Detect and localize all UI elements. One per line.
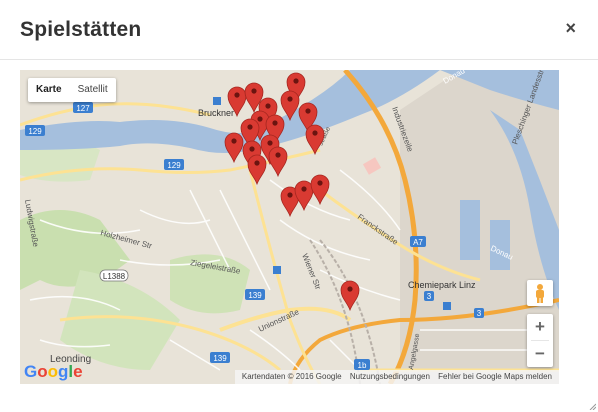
zoom-in-button[interactable]: + — [527, 314, 553, 340]
route-l1388: L1388 — [103, 272, 126, 281]
harbour-basin — [460, 200, 480, 260]
label-bruckner: Bruckner — [198, 108, 234, 118]
route-139-b: 139 — [213, 354, 227, 363]
pegman-icon[interactable] — [527, 280, 553, 306]
route-a7: A7 — [413, 238, 423, 247]
route-127: 127 — [76, 104, 90, 113]
zoom-control: + − — [527, 314, 553, 367]
label-chemiepark: Chemiepark Linz — [408, 280, 476, 290]
transit-icon — [443, 302, 451, 310]
map-type-control: Karte Satellit — [28, 78, 116, 102]
route-129-b: 129 — [167, 161, 181, 170]
map-attribution: Kartendaten © 2016 Google Nutzungsbeding… — [234, 370, 559, 384]
zoom-out-button[interactable]: − — [527, 341, 553, 367]
map-type-karte[interactable]: Karte — [28, 78, 70, 102]
exit-3: 3 — [427, 292, 432, 301]
modal-title: Spielstätten — [20, 18, 142, 41]
transit-icon — [273, 266, 281, 274]
modal-header: Spielstätten × — [0, 0, 598, 60]
map-type-satellit[interactable]: Satellit — [70, 78, 116, 102]
resize-grip-icon[interactable] — [588, 402, 596, 410]
transit-icon — [213, 97, 221, 105]
google-logo: Google — [24, 362, 83, 381]
route-139: 139 — [248, 291, 262, 300]
report-error-link[interactable]: Fehler bei Google Maps melden — [438, 372, 552, 381]
exit-3-b: 3 — [477, 309, 482, 318]
terms-link[interactable]: Nutzungsbedingungen — [350, 372, 430, 381]
map-canvas[interactable]: 129 127 129 139 139 1b A7 3 3 L1388 Bruc… — [20, 70, 559, 384]
route-129: 129 — [28, 127, 42, 136]
close-icon[interactable]: × — [565, 18, 576, 38]
map[interactable]: 129 127 129 139 139 1b A7 3 3 L1388 Bruc… — [20, 70, 559, 384]
route-1b: 1b — [358, 361, 367, 370]
attribution-data: Kartendaten © 2016 Google — [241, 372, 342, 381]
